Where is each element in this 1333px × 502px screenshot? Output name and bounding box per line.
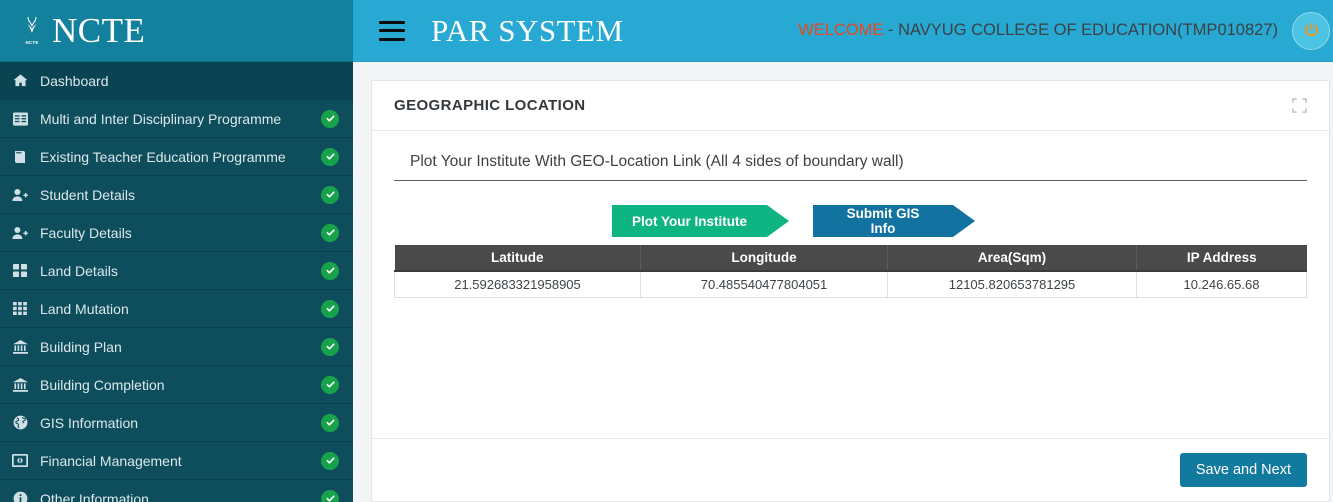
topbar-right: WELCOME - NAVYUG COLLEGE OF EDUCATION(TM… (798, 11, 1330, 50)
column-header-ip-address: IP Address (1136, 245, 1307, 272)
completed-check-icon (321, 223, 339, 242)
sidebar-item-label: Land Details (40, 262, 118, 279)
completed-check-icon (321, 413, 339, 432)
sidebar-item-label: Student Details (40, 186, 135, 203)
section-subtitle: Plot Your Institute With GEO-Location Li… (394, 153, 1307, 181)
geographic-location-card: GEOGRAPHIC LOCATION Plot Your Institute … (371, 80, 1330, 502)
completed-check-icon (321, 109, 339, 128)
main-area: PAR SYSTEM WELCOME - NAVYUG COLLEGE OF E… (353, 0, 1333, 502)
sidebar-item-label: Financial Management (40, 452, 182, 469)
ncte-emblem-icon: NCTE (14, 9, 50, 53)
page-title: GEOGRAPHIC LOCATION (394, 97, 586, 114)
sidebar-item-label: Dashboard (40, 72, 109, 89)
emblem-subtext: NCTE (25, 40, 39, 46)
sidebar-item-existing-teacher-education-programme[interactable]: Existing Teacher Education Programme (0, 138, 353, 176)
cell-ip-address: 10.246.65.68 (1136, 270, 1307, 298)
completed-check-icon (321, 375, 339, 394)
bank-icon (9, 377, 31, 392)
sidebar-item-label: Faculty Details (40, 224, 132, 241)
list-icon (9, 111, 31, 126)
column-header-area: Area(Sqm) (887, 245, 1137, 272)
sidebar-item-label: GIS Information (40, 414, 139, 431)
app-root: NCTE NCTE Dashboard Multi and Inter Disc… (0, 0, 1333, 502)
fullscreen-expand-icon[interactable] (1292, 98, 1307, 113)
cell-longitude: 70.485540477804051 (640, 270, 888, 298)
card-body: Plot Your Institute With GEO-Location Li… (372, 131, 1329, 438)
sidebar-item-dashboard[interactable]: Dashboard (0, 62, 353, 100)
table-head: Latitude Longitude Area(Sqm) IP Address (394, 245, 1307, 272)
completed-check-icon (321, 299, 339, 318)
card-footer: Save and Next (372, 438, 1329, 501)
sidebar-item-building-completion[interactable]: Building Completion (0, 366, 353, 404)
sidebar-item-label: Building Plan (40, 338, 122, 355)
grid-icon (9, 264, 31, 277)
completed-check-icon (321, 261, 339, 280)
brand-title: NCTE (52, 11, 146, 50)
completed-check-icon (321, 451, 339, 470)
sidebar-item-label: Other Information (40, 490, 149, 502)
table-icon (9, 302, 31, 315)
book-icon (9, 150, 31, 164)
plot-your-institute-button[interactable]: Plot Your Institute (612, 205, 789, 237)
sidebar-item-student-details[interactable]: Student Details (0, 176, 353, 214)
user-add-icon (9, 188, 31, 202)
action-button-row: Plot Your Institute Submit GIS Info (394, 205, 1307, 237)
home-icon (9, 73, 31, 88)
sidebar-item-gis-information[interactable]: GIS Information (0, 404, 353, 442)
column-header-longitude: Longitude (640, 245, 888, 272)
sidebar-item-other-information[interactable]: Other Information (0, 480, 353, 502)
sidebar-item-land-details[interactable]: Land Details (0, 252, 353, 290)
card-header: GEOGRAPHIC LOCATION (372, 81, 1329, 131)
hamburger-icon[interactable] (379, 20, 405, 41)
info-icon (9, 491, 31, 502)
sidebar-item-building-plan[interactable]: Building Plan (0, 328, 353, 366)
sidebar-item-label: Multi and Inter Disciplinary Programme (40, 110, 282, 127)
completed-check-icon (321, 147, 339, 166)
sidebar-item-label: Land Mutation (40, 300, 129, 317)
sidebar-nav: Dashboard Multi and Inter Disciplinary P… (0, 62, 353, 502)
sidebar-item-label: Existing Teacher Education Programme (40, 148, 286, 165)
cell-area: 12105.820653781295 (887, 270, 1137, 298)
content-area: GEOGRAPHIC LOCATION Plot Your Institute … (353, 62, 1333, 502)
sidebar-brand[interactable]: NCTE NCTE (0, 0, 353, 62)
table-row: 21.592683321958905 70.485540477804051 12… (394, 270, 1307, 298)
submit-gis-info-button[interactable]: Submit GIS Info (813, 205, 975, 237)
sidebar-item-label: Building Completion (40, 376, 165, 393)
sidebar-item-financial-management[interactable]: Financial Management (0, 442, 353, 480)
save-and-next-button[interactable]: Save and Next (1179, 453, 1307, 487)
welcome-prefix: WELCOME (798, 21, 884, 39)
welcome-institution: - NAVYUG COLLEGE OF EDUCATION(TMP010827) (883, 21, 1278, 39)
welcome-text: WELCOME - NAVYUG COLLEGE OF EDUCATION(TM… (798, 21, 1278, 40)
column-header-latitude: Latitude (394, 245, 641, 272)
user-add-icon (9, 226, 31, 240)
power-icon (1303, 22, 1320, 39)
completed-check-icon (321, 185, 339, 204)
gis-data-table: Latitude Longitude Area(Sqm) IP Address … (394, 245, 1307, 298)
sidebar-item-faculty-details[interactable]: Faculty Details (0, 214, 353, 252)
bank-icon (9, 339, 31, 354)
sidebar: NCTE NCTE Dashboard Multi and Inter Disc… (0, 0, 353, 502)
logout-power-button[interactable] (1292, 11, 1330, 50)
cell-latitude: 21.592683321958905 (394, 270, 641, 298)
topbar: PAR SYSTEM WELCOME - NAVYUG COLLEGE OF E… (353, 0, 1333, 62)
money-icon (9, 454, 31, 467)
table-body: 21.592683321958905 70.485540477804051 12… (394, 270, 1307, 298)
sidebar-item-multi-inter-disciplinary-programme[interactable]: Multi and Inter Disciplinary Programme (0, 100, 353, 138)
globe-icon (9, 415, 31, 430)
completed-check-icon (321, 337, 339, 356)
table-header-row: Latitude Longitude Area(Sqm) IP Address (394, 245, 1307, 272)
completed-check-icon (321, 489, 339, 502)
sidebar-item-land-mutation[interactable]: Land Mutation (0, 290, 353, 328)
app-title: PAR SYSTEM (431, 12, 624, 48)
